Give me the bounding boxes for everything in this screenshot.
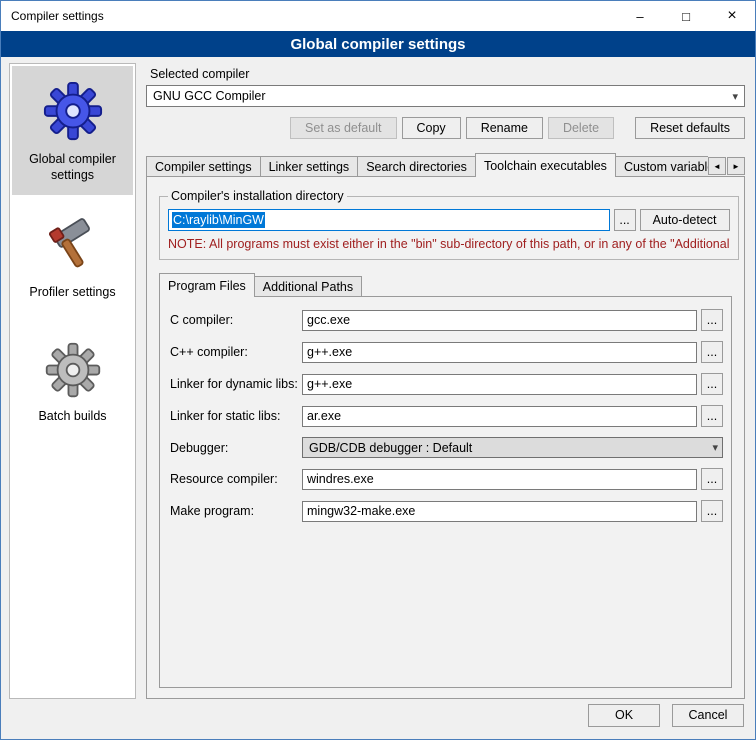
tab-additional-paths[interactable]: Additional Paths — [254, 276, 362, 297]
cpp-compiler-label: C++ compiler: — [170, 345, 298, 359]
auto-detect-button[interactable]: Auto-detect — [640, 209, 730, 231]
sidebar: Global compiler settings Profiler settin… — [9, 63, 136, 699]
maximize-icon: □ — [682, 9, 690, 24]
sidebar-item-profiler-settings[interactable]: Profiler settings — [12, 203, 133, 313]
installation-directory-browse-button[interactable]: ... — [614, 209, 636, 231]
linker-dynamic-label: Linker for dynamic libs: — [170, 377, 298, 391]
linker-static-label: Linker for static libs: — [170, 409, 298, 423]
tab-compiler-settings[interactable]: Compiler settings — [146, 156, 261, 177]
field-row-cpp-compiler: C++ compiler: ... — [170, 341, 723, 363]
make-program-input[interactable] — [302, 501, 697, 522]
tab-toolchain-executables[interactable]: Toolchain executables — [475, 153, 616, 177]
tab-scroll-left-button[interactable]: ◄ — [708, 157, 726, 175]
resource-compiler-input[interactable] — [302, 469, 697, 490]
copy-button[interactable]: Copy — [402, 117, 461, 139]
compiler-settings-window: Compiler settings – □ × Global compiler … — [0, 0, 756, 740]
ok-button[interactable]: OK — [588, 704, 660, 727]
compiler-select[interactable]: GNU GCC Compiler ▾ — [146, 85, 745, 107]
debugger-label: Debugger: — [170, 441, 298, 455]
compiler-buttons: Set as default Copy Rename Delete Reset … — [146, 117, 745, 139]
maximize-button[interactable]: □ — [663, 1, 709, 31]
linker-dynamic-input[interactable] — [302, 374, 697, 395]
chevron-down-icon: ▾ — [730, 90, 740, 103]
make-program-browse-button[interactable]: ... — [701, 500, 723, 522]
window-title: Compiler settings — [1, 9, 617, 23]
gear-blue-icon — [42, 80, 104, 142]
linker-static-input[interactable] — [302, 406, 697, 427]
resource-compiler-label: Resource compiler: — [170, 472, 298, 486]
tab-custom-variables[interactable]: Custom variables — [615, 156, 708, 177]
tab-scroll-buttons: ◄ ► — [708, 157, 745, 177]
tab-scroll-left-icon: ◄ — [713, 162, 721, 171]
delete-button: Delete — [548, 117, 614, 139]
installation-directory-legend: Compiler's installation directory — [168, 189, 347, 203]
c-compiler-input[interactable] — [302, 310, 697, 331]
tab-linker-settings[interactable]: Linker settings — [260, 156, 359, 177]
installation-directory-input[interactable]: C:\raylib\MinGW — [168, 209, 610, 231]
debugger-select[interactable]: GDB/CDB debugger : Default ▾ — [302, 437, 723, 458]
toolchain-panel: Compiler's installation directory C:\ray… — [146, 176, 745, 699]
bin-subdirectory-note: NOTE: All programs must exist either in … — [168, 237, 730, 251]
set-as-default-button: Set as default — [290, 117, 396, 139]
field-row-c-compiler: C compiler: ... — [170, 309, 723, 331]
make-program-label: Make program: — [170, 504, 298, 518]
program-files-tabbar: Program Files Additional Paths — [157, 274, 734, 297]
c-compiler-label: C compiler: — [170, 313, 298, 327]
rename-button[interactable]: Rename — [466, 117, 543, 139]
window-controls: – □ × — [617, 1, 755, 31]
reset-defaults-button[interactable]: Reset defaults — [635, 117, 745, 139]
dialog-footer: OK Cancel — [1, 699, 755, 739]
cpp-compiler-browse-button[interactable]: ... — [701, 341, 723, 363]
tab-scroll-right-icon: ► — [732, 162, 740, 171]
titlebar: Compiler settings – □ × — [1, 1, 755, 31]
selected-compiler-label: Selected compiler — [150, 67, 745, 81]
tab-search-directories[interactable]: Search directories — [357, 156, 476, 177]
gear-gray-icon — [44, 341, 102, 399]
program-files-panel: C compiler: ... C++ compiler: ... Linker… — [159, 296, 732, 688]
cpp-compiler-input[interactable] — [302, 342, 697, 363]
c-compiler-browse-button[interactable]: ... — [701, 309, 723, 331]
linker-dynamic-browse-button[interactable]: ... — [701, 373, 723, 395]
minimize-icon: – — [636, 9, 643, 24]
sidebar-item-label: Profiler settings — [29, 285, 115, 301]
sidebar-item-label: Global compiler settings — [16, 152, 129, 183]
installation-directory-group: Compiler's installation directory C:\ray… — [159, 189, 739, 260]
tab-scroll-right-button[interactable]: ► — [727, 157, 745, 175]
dialog-body: Global compiler settings Profiler settin… — [1, 57, 755, 699]
compiler-select-value: GNU GCC Compiler — [153, 89, 730, 103]
field-row-make-program: Make program: ... — [170, 500, 723, 522]
settings-tabs: Compiler settings Linker settings Search… — [146, 153, 708, 177]
chevron-down-icon: ▾ — [712, 441, 718, 454]
field-row-linker-dynamic: Linker for dynamic libs: ... — [170, 373, 723, 395]
profiler-icon — [44, 217, 102, 275]
field-row-linker-static: Linker for static libs: ... — [170, 405, 723, 427]
tab-program-files[interactable]: Program Files — [159, 273, 255, 297]
field-row-debugger: Debugger: GDB/CDB debugger : Default ▾ — [170, 437, 723, 458]
cancel-button[interactable]: Cancel — [672, 704, 744, 727]
linker-static-browse-button[interactable]: ... — [701, 405, 723, 427]
sidebar-item-label: Batch builds — [38, 409, 106, 425]
settings-tabbar: Compiler settings Linker settings Search… — [146, 153, 745, 177]
dialog-header: Global compiler settings — [1, 31, 755, 57]
main-content: Selected compiler GNU GCC Compiler ▾ Set… — [146, 63, 747, 699]
field-row-resource-compiler: Resource compiler: ... — [170, 468, 723, 490]
installation-directory-row: C:\raylib\MinGW ... Auto-detect — [168, 209, 730, 231]
resource-compiler-browse-button[interactable]: ... — [701, 468, 723, 490]
sidebar-item-global-compiler-settings[interactable]: Global compiler settings — [12, 66, 133, 195]
close-button[interactable]: × — [709, 1, 755, 31]
debugger-select-value: GDB/CDB debugger : Default — [309, 441, 712, 455]
sidebar-item-batch-builds[interactable]: Batch builds — [12, 327, 133, 437]
installation-directory-value: C:\raylib\MinGW — [172, 212, 265, 228]
close-icon: × — [727, 7, 736, 25]
minimize-button[interactable]: – — [617, 1, 663, 31]
